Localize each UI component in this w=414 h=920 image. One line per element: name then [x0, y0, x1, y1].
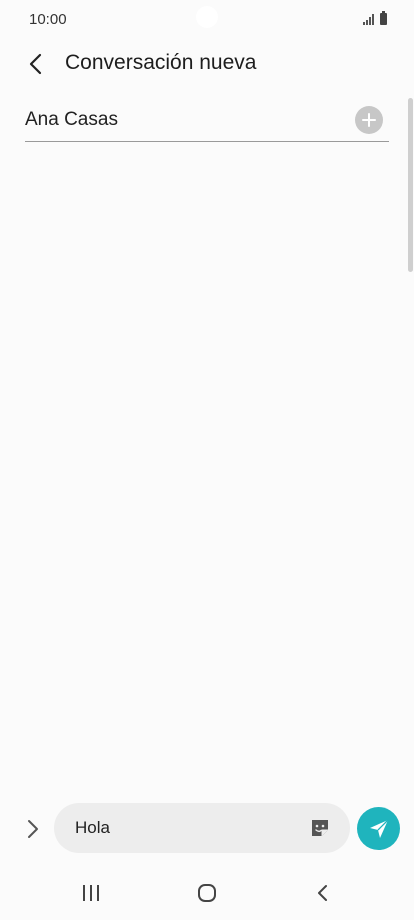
- sticker-icon: [312, 820, 328, 836]
- recents-button[interactable]: [71, 878, 111, 908]
- send-icon: [369, 819, 388, 838]
- home-icon: [198, 884, 216, 902]
- recipient-field[interactable]: Ana Casas: [25, 100, 389, 142]
- status-icons: [363, 11, 387, 25]
- signal-icon: [363, 13, 374, 25]
- composer-bar: [0, 800, 414, 858]
- camera-cutout: [196, 6, 218, 28]
- back-button[interactable]: [18, 48, 54, 80]
- add-recipient-button[interactable]: [355, 106, 383, 134]
- status-time: 10:00: [29, 11, 67, 28]
- chevron-left-icon: [29, 53, 42, 75]
- home-button[interactable]: [187, 878, 227, 908]
- recents-icon: [83, 885, 99, 901]
- sticker-button[interactable]: [308, 816, 332, 840]
- back-nav-button[interactable]: [303, 878, 343, 908]
- message-input[interactable]: [75, 803, 295, 853]
- plus-icon: [362, 113, 376, 127]
- page-title: Conversación nueva: [65, 51, 257, 74]
- chevron-right-icon: [28, 820, 38, 838]
- expand-options-button[interactable]: [18, 814, 48, 844]
- message-input-container[interactable]: [54, 803, 350, 853]
- navigation-bar: [0, 868, 414, 920]
- send-button[interactable]: [357, 807, 400, 850]
- back-icon: [318, 885, 327, 901]
- battery-icon: [380, 11, 387, 25]
- recipient-name[interactable]: Ana Casas: [25, 109, 118, 131]
- message-area: [0, 150, 414, 790]
- status-bar: 10:00: [0, 0, 414, 40]
- app-header: Conversación nueva: [0, 40, 414, 88]
